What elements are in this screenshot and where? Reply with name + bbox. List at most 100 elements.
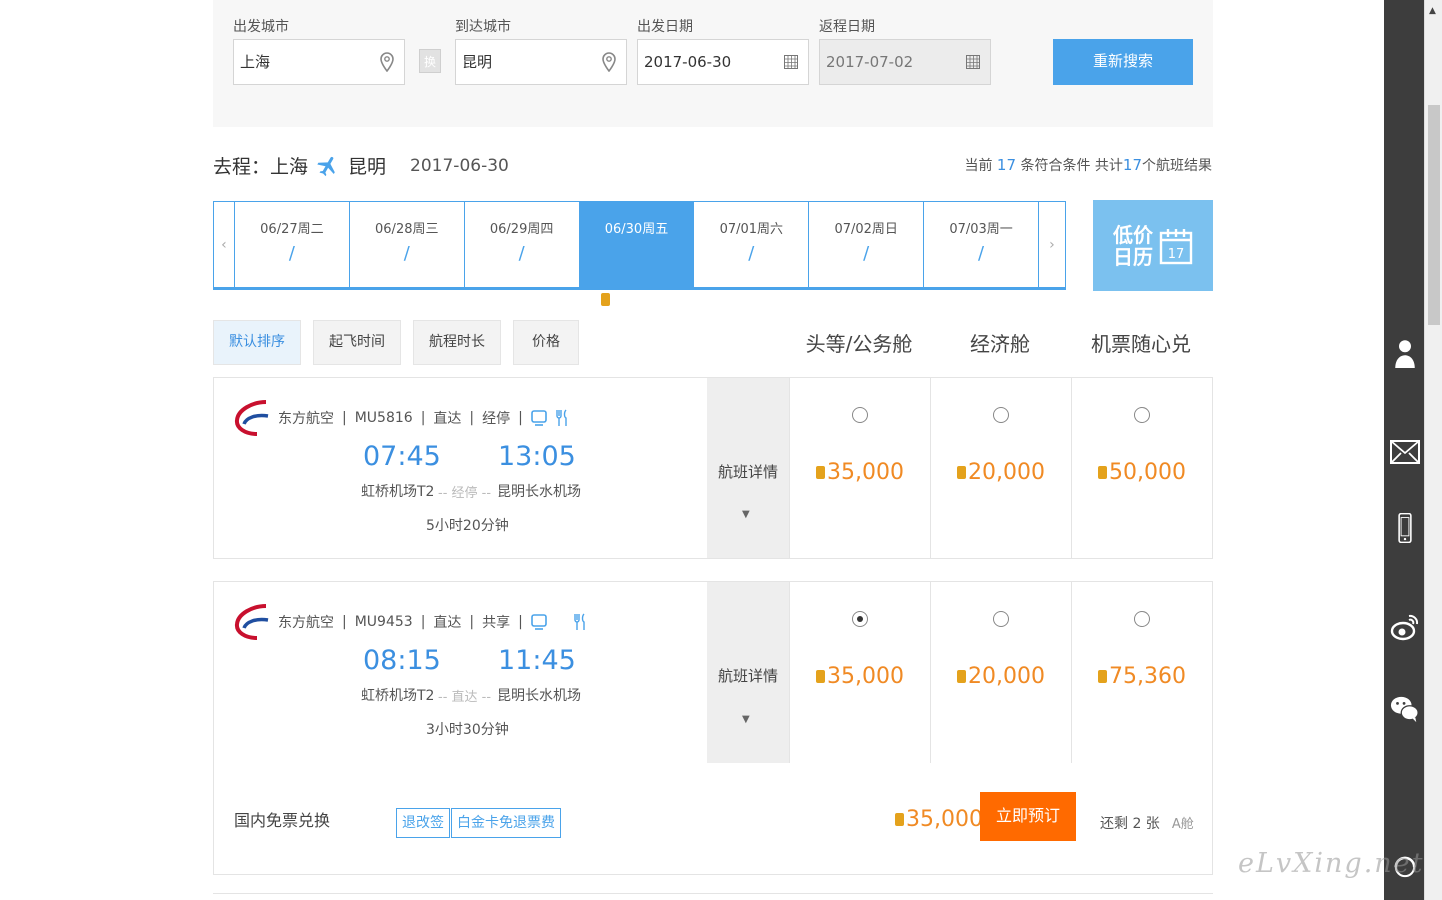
coin-icon xyxy=(957,670,966,683)
radio-first-selected[interactable] xyxy=(852,611,868,627)
chevron-right-icon: › xyxy=(1049,236,1055,253)
date-strip: ‹ 06/27周二/ 06/28周三/ 06/29周四/ 06/30周五 20,… xyxy=(213,201,1066,311)
to-city-label: 到达城市 xyxy=(455,19,511,35)
coin-icon xyxy=(957,466,966,479)
weibo-icon[interactable] xyxy=(1390,612,1420,642)
flight-stop: 经停 xyxy=(482,411,511,427)
page-scrollbar[interactable]: ▲ xyxy=(1424,0,1442,900)
arrive-time: 11:45 xyxy=(498,645,576,676)
coin-icon xyxy=(600,293,610,306)
depart-date-input[interactable]: 2017-06-30 xyxy=(637,39,809,85)
sort-price-button[interactable]: 价格 xyxy=(513,320,579,365)
monitor-icon xyxy=(531,614,547,630)
platinum-refund-tag[interactable]: 白金卡免退票费 xyxy=(451,808,561,838)
price-economy[interactable]: 20,000 xyxy=(930,582,1071,763)
flight-number: MU9453 xyxy=(354,614,413,630)
wechat-icon[interactable] xyxy=(1390,694,1420,724)
flight-detail-label: 航班详情 xyxy=(717,667,778,685)
trip-from: 上海 xyxy=(270,156,309,178)
radio-first[interactable] xyxy=(852,407,868,423)
date-cell[interactable]: 07/01周六 / xyxy=(693,202,808,287)
flight-type: 直达 xyxy=(433,411,462,427)
china-eastern-logo-icon xyxy=(234,400,269,436)
radio-economy[interactable] xyxy=(993,407,1009,423)
radio-random[interactable] xyxy=(1134,611,1150,627)
from-city-label: 出发城市 xyxy=(233,19,289,35)
low-price-calendar-button[interactable]: 低价日历 17 xyxy=(1093,200,1213,291)
from-city-input[interactable]: 上海 xyxy=(233,39,405,85)
triangle-down-icon: ▼ xyxy=(742,714,750,725)
date-cell[interactable]: 07/02周日 / xyxy=(808,202,923,287)
exchange-row: 国内免票兑换 退改签 白金卡免退票费 35,000 立即预订 还剩 2 张 A舱 xyxy=(213,763,1213,875)
radio-economy[interactable] xyxy=(993,611,1009,627)
depart-airport: 虹桥机场T2 xyxy=(361,484,435,500)
trip-title: 去程： 上海 昆明 2017-06-30 xyxy=(213,152,509,179)
chevron-left-icon: ‹ xyxy=(221,236,227,253)
date-cell[interactable]: 06/28周三 / xyxy=(348,202,464,287)
mail-icon[interactable] xyxy=(1390,437,1420,467)
meal-icon xyxy=(556,409,567,426)
site-watermark: eLvXing.net xyxy=(1238,848,1425,879)
flight-number: MU5816 xyxy=(354,410,413,426)
sort-depart-time-button[interactable]: 起飞时间 xyxy=(313,320,401,365)
location-pin-icon xyxy=(380,52,394,72)
swap-cities-button[interactable]: 换 xyxy=(419,49,441,73)
refund-change-tag[interactable]: 退改签 xyxy=(396,808,450,838)
flight-detail-label: 航班详情 xyxy=(717,463,778,481)
price-economy[interactable]: 20,000 xyxy=(930,378,1071,558)
date-cell[interactable]: 06/27周二 / xyxy=(233,202,349,287)
class-random-header: 机票随心兑 xyxy=(1091,332,1191,356)
scroll-up-arrow-icon[interactable]: ▲ xyxy=(1429,6,1436,16)
via-label: -- 直达 -- xyxy=(438,690,492,705)
triangle-down-icon: ▼ xyxy=(742,509,750,520)
right-sidebar xyxy=(1384,0,1424,900)
to-city-input[interactable]: 昆明 xyxy=(455,39,627,85)
china-eastern-logo-icon xyxy=(234,604,269,640)
date-next-button[interactable]: › xyxy=(1037,202,1065,287)
arrive-airport: 昆明长水机场 xyxy=(497,484,581,500)
date-cell[interactable]: 07/03周一 / xyxy=(923,202,1038,287)
price-first[interactable]: 35,000 xyxy=(789,582,930,763)
scroll-thumb[interactable] xyxy=(1428,105,1440,325)
book-now-button[interactable]: 立即预订 xyxy=(980,792,1076,841)
airline-name: 东方航空 xyxy=(278,615,334,631)
mobile-phone-icon[interactable] xyxy=(1390,513,1420,543)
depart-date-label: 出发日期 xyxy=(637,19,693,35)
location-pin-icon xyxy=(602,52,616,72)
user-icon[interactable] xyxy=(1390,338,1420,368)
radio-random[interactable] xyxy=(1134,407,1150,423)
depart-date-value: 2017-06-30 xyxy=(644,53,732,71)
airline-row: 东方航空 | MU5816 | 直达 | 经停 | xyxy=(234,398,569,438)
airplane-icon xyxy=(317,156,335,176)
trip-prefix: 去程： xyxy=(213,156,271,178)
date-cell-selected[interactable]: 06/30周五 20,000 xyxy=(578,202,694,311)
calendar-icon: 17 xyxy=(1159,228,1193,264)
return-date-input[interactable]: 2017-07-02 xyxy=(819,39,991,85)
date-cell[interactable]: 06/29周四 / xyxy=(463,202,579,287)
depart-time: 07:45 xyxy=(363,441,441,472)
from-city-value: 上海 xyxy=(240,53,271,71)
cabin-class: A舱 xyxy=(1171,817,1194,832)
coin-icon xyxy=(1098,670,1107,683)
result-count: 17 xyxy=(996,156,1016,174)
class-first-header: 头等/公务舱 xyxy=(805,332,913,356)
return-date-value: 2017-07-02 xyxy=(826,53,914,71)
low-price-calendar-label: 低价日历 xyxy=(1113,222,1153,269)
flight-detail-button[interactable]: 航班详情 ▼ xyxy=(707,582,789,763)
flight-card: 东方航空 | MU9453 | 直达 | 共享 | 08:15 11:45 虹桥机场T2… xyxy=(213,581,1213,764)
flight-card: 东方航空 | MU5816 | 直达 | 经停 | 07:45 13:05 虹桥机场T2… xyxy=(213,377,1213,559)
price-random[interactable]: 75,360 xyxy=(1071,582,1212,763)
coin-icon xyxy=(895,813,904,826)
search-again-button[interactable]: 重新搜索 xyxy=(1053,39,1193,85)
arrive-time: 13:05 xyxy=(498,441,576,472)
price-first[interactable]: 35,000 xyxy=(789,378,930,558)
trip-to: 昆明 xyxy=(348,156,387,178)
sort-duration-button[interactable]: 航程时长 xyxy=(413,320,501,365)
flight-duration: 5小时20分钟 xyxy=(426,518,509,534)
sort-default-button[interactable]: 默认排序 xyxy=(213,320,301,365)
price-random[interactable]: 50,000 xyxy=(1071,378,1212,558)
coin-icon xyxy=(1098,466,1107,479)
flight-type: 直达 xyxy=(433,615,462,631)
flight-detail-button[interactable]: 航班详情 ▼ xyxy=(707,378,789,558)
date-prev-button[interactable]: ‹ xyxy=(214,202,234,287)
